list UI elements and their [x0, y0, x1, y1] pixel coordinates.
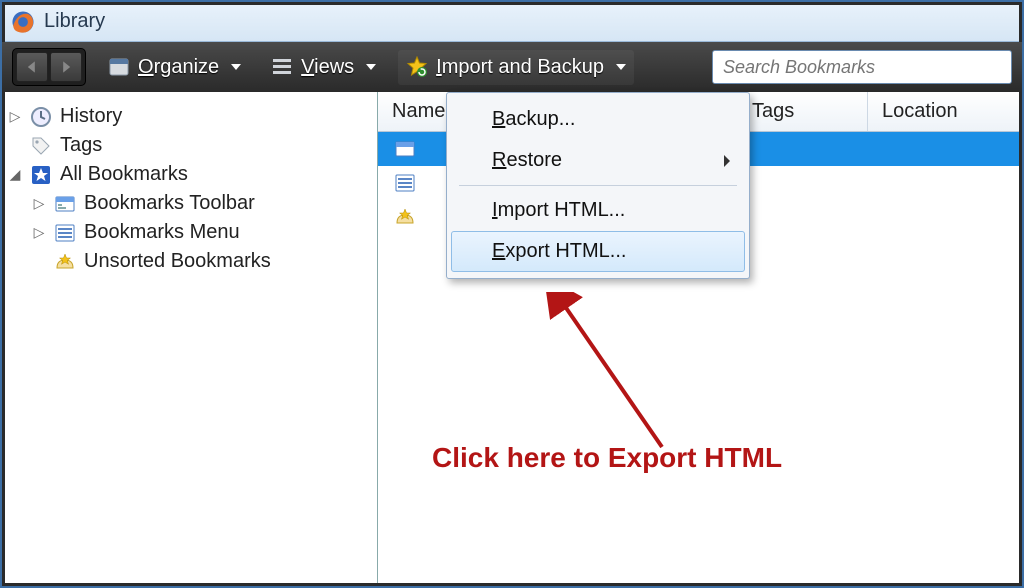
twisty-closed-icon[interactable]: ▷	[32, 195, 46, 212]
sidebar-item-all-bookmarks[interactable]: ◢ All Bookmarks	[2, 160, 377, 189]
annotation-text: Click here to Export HTML	[432, 442, 782, 474]
sidebar-item-label: All Bookmarks	[60, 163, 188, 186]
import-backup-label: Import and Backup	[436, 56, 604, 79]
column-tags[interactable]: Tags	[738, 92, 868, 131]
sidebar-item-label: History	[60, 105, 122, 128]
search-input[interactable]	[712, 50, 1012, 84]
unsorted-icon	[54, 251, 76, 273]
views-button[interactable]: Views	[263, 50, 384, 85]
sidebar-item-bookmarks-menu[interactable]: ▷ Bookmarks Menu	[2, 218, 377, 247]
sidebar[interactable]: ▷ History Tags ◢ All Bookmarks	[2, 92, 378, 586]
sidebar-item-label: Tags	[60, 134, 102, 157]
views-label: Views	[301, 56, 354, 79]
menu-icon	[54, 222, 76, 244]
views-icon	[271, 56, 293, 78]
menu-separator	[459, 185, 737, 186]
sidebar-item-label: Bookmarks Toolbar	[84, 192, 255, 215]
library-window: Library Organize Views	[0, 0, 1024, 588]
star-refresh-icon	[406, 56, 428, 78]
chevron-down-icon	[231, 64, 241, 70]
chevron-down-icon	[366, 64, 376, 70]
column-location[interactable]: Location	[868, 92, 1022, 131]
organize-button[interactable]: Organize	[100, 50, 249, 85]
unsorted-icon	[394, 206, 416, 228]
sidebar-item-history[interactable]: ▷ History	[2, 102, 377, 131]
tag-icon	[30, 135, 52, 157]
chevron-down-icon	[616, 64, 626, 70]
menu-item-export-html[interactable]: Export HTML...	[451, 231, 745, 272]
organize-label: Organize	[138, 56, 219, 79]
star-icon	[30, 164, 52, 186]
sidebar-item-bookmarks-toolbar[interactable]: ▷ Bookmarks Toolbar	[2, 189, 377, 218]
annotation-arrow-icon	[542, 292, 682, 462]
menu-item-import-html[interactable]: Import HTML...	[451, 190, 745, 231]
organize-icon	[108, 56, 130, 78]
firefox-icon	[10, 9, 36, 35]
toolbar-icon	[54, 193, 76, 215]
menu-item-backup[interactable]: Backup...	[451, 99, 745, 140]
twisty-open-icon[interactable]: ◢	[8, 166, 22, 183]
titlebar: Library	[2, 2, 1022, 42]
twisty-closed-icon[interactable]: ▷	[32, 224, 46, 241]
menu-icon	[394, 172, 416, 194]
forward-button[interactable]	[50, 52, 82, 82]
nav-buttons	[12, 48, 86, 86]
sidebar-item-unsorted-bookmarks[interactable]: Unsorted Bookmarks	[2, 247, 377, 276]
menu-item-restore[interactable]: Restore	[451, 140, 745, 181]
window-title: Library	[44, 10, 105, 33]
twisty-closed-icon[interactable]: ▷	[8, 108, 22, 125]
toolbar: Organize Views Import and Backup	[2, 42, 1022, 92]
import-backup-button[interactable]: Import and Backup	[398, 50, 634, 85]
toolbar-icon	[394, 138, 416, 160]
back-button[interactable]	[16, 52, 48, 82]
import-backup-menu: Backup... Restore Import HTML... Export …	[446, 92, 750, 279]
clock-icon	[30, 106, 52, 128]
submenu-arrow-icon	[724, 155, 730, 167]
sidebar-item-label: Unsorted Bookmarks	[84, 250, 271, 273]
sidebar-item-tags[interactable]: Tags	[2, 131, 377, 160]
sidebar-item-label: Bookmarks Menu	[84, 221, 240, 244]
